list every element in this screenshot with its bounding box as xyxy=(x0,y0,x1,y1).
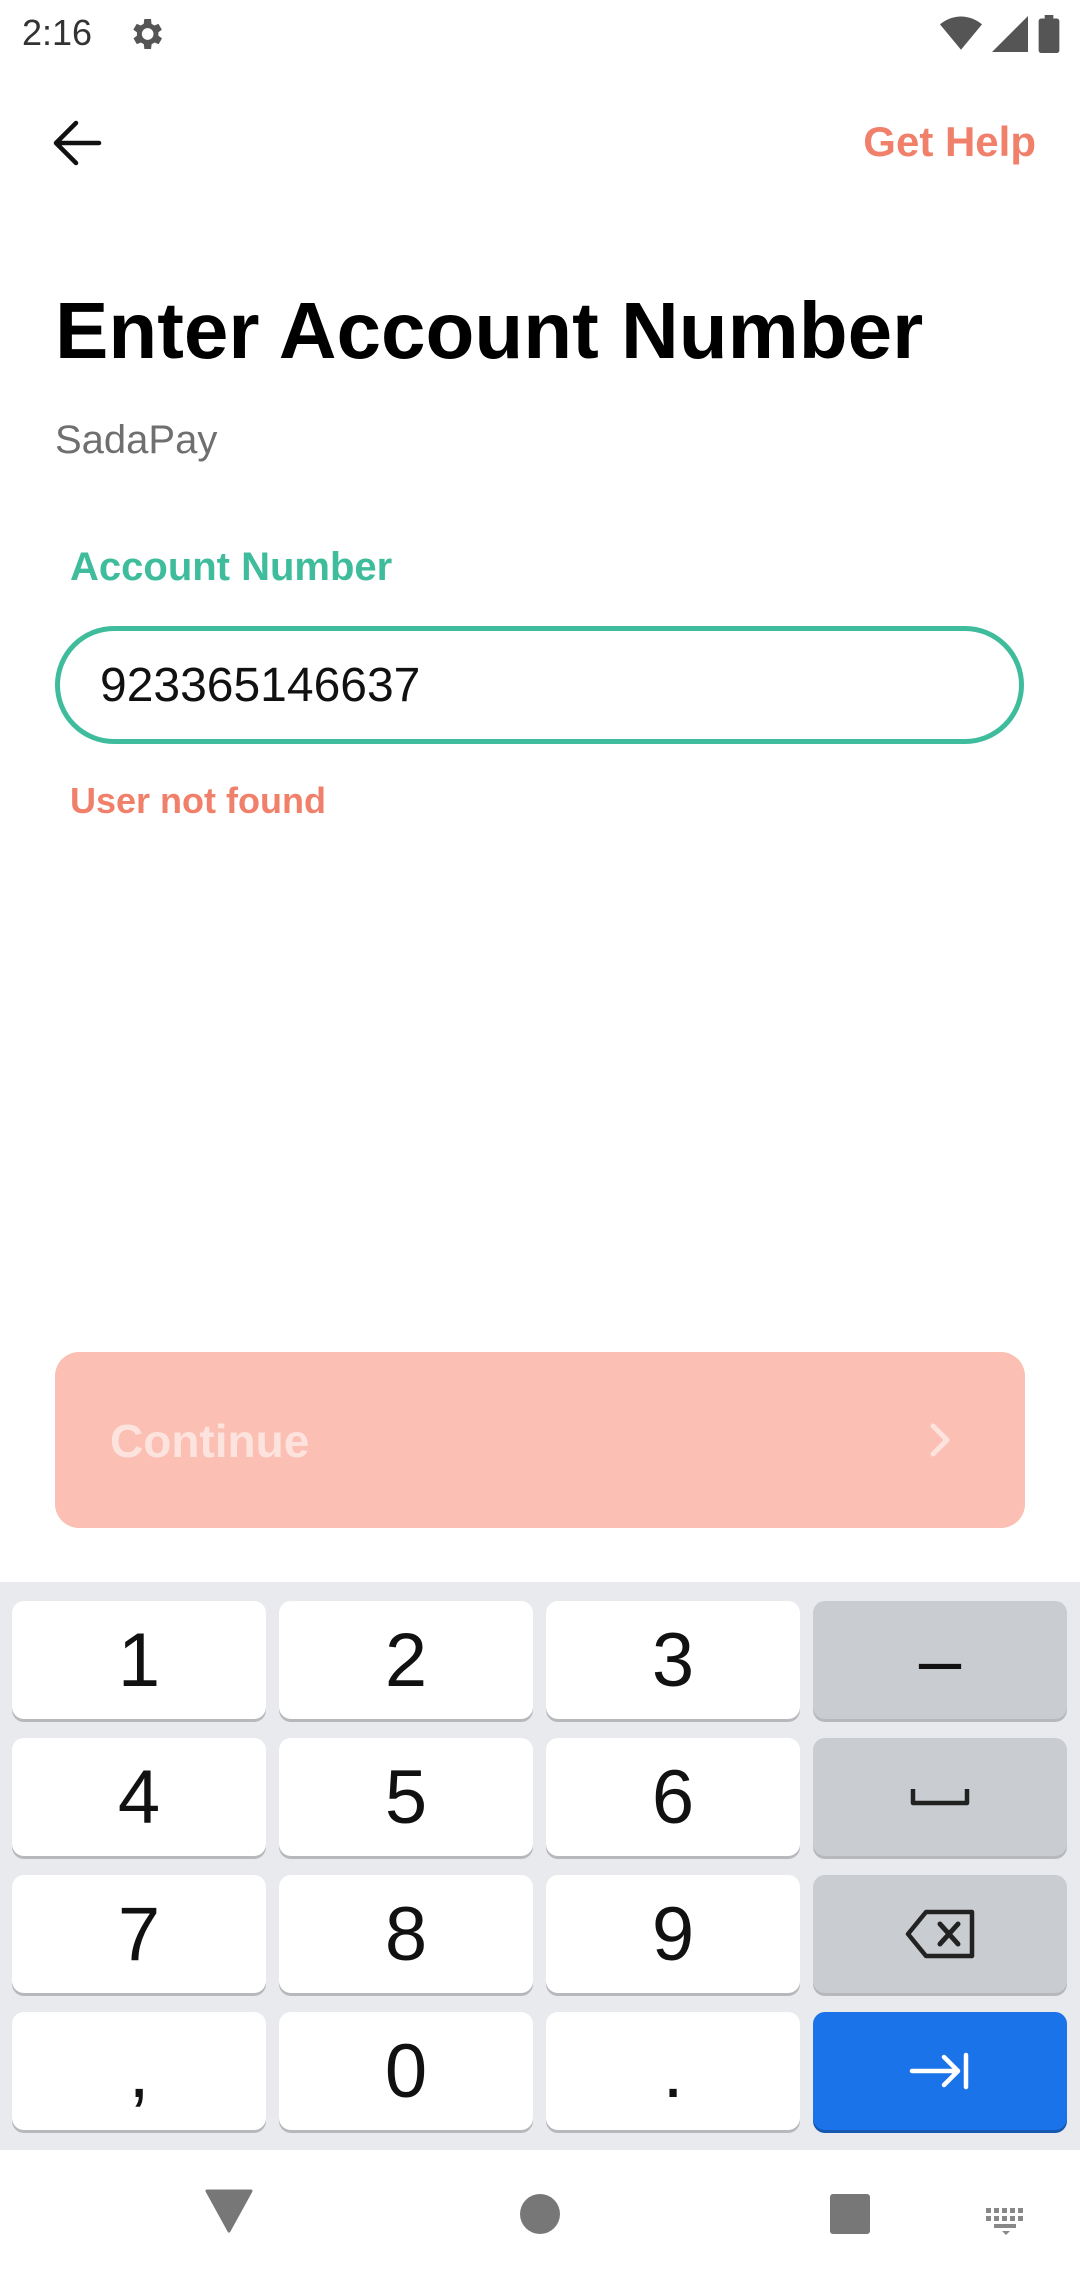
status-icons xyxy=(940,14,1060,54)
keyboard-switch-icon[interactable] xyxy=(984,2206,1028,2236)
get-help-link[interactable]: Get Help xyxy=(863,118,1036,166)
key-5[interactable]: 5 xyxy=(279,1738,533,1856)
key-1[interactable]: 1 xyxy=(12,1601,266,1719)
key-3[interactable]: 3 xyxy=(546,1601,800,1719)
key-9[interactable]: 9 xyxy=(546,1875,800,1993)
page-title: Enter Account Number xyxy=(55,286,924,375)
back-button[interactable] xyxy=(46,112,108,174)
key-next[interactable] xyxy=(813,2012,1067,2130)
status-time: 2:16 xyxy=(22,12,93,53)
key-7[interactable]: 7 xyxy=(12,1875,266,1993)
account-number-field[interactable] xyxy=(55,626,1024,744)
continue-label: Continue xyxy=(110,1415,310,1467)
key-period[interactable]: . xyxy=(546,2012,800,2130)
back-triangle-icon[interactable] xyxy=(204,2188,254,2234)
battery-icon xyxy=(1038,15,1060,53)
arrow-left-icon xyxy=(53,120,102,166)
key-4[interactable]: 4 xyxy=(12,1738,266,1856)
home-circle-icon[interactable] xyxy=(518,2192,562,2236)
account-number-label: Account Number xyxy=(70,545,393,589)
key-comma[interactable]: , xyxy=(12,2012,266,2130)
recents-square-icon[interactable] xyxy=(828,2192,872,2236)
key-space[interactable] xyxy=(813,1738,1067,1856)
key-dash[interactable]: – xyxy=(813,1601,1067,1719)
key-backspace[interactable] xyxy=(813,1875,1067,1993)
status-bar: 2:16 xyxy=(0,0,1080,66)
numeric-keyboard: 1 2 3 – 4 5 6 7 8 9 , 0 . xyxy=(0,1582,1080,2150)
chevron-right-icon xyxy=(930,1423,950,1457)
wifi-icon xyxy=(940,16,982,50)
system-nav-bar xyxy=(0,2150,1080,2280)
continue-button[interactable]: Continue xyxy=(55,1352,1025,1528)
tab-next-icon xyxy=(909,2052,969,2090)
settings-gear-icon xyxy=(133,19,162,49)
account-number-input[interactable] xyxy=(100,631,960,739)
error-message: User not found xyxy=(70,780,326,821)
key-8[interactable]: 8 xyxy=(279,1875,533,1993)
key-6[interactable]: 6 xyxy=(546,1738,800,1856)
backspace-icon xyxy=(905,1909,975,1959)
cellular-signal-icon xyxy=(992,16,1028,52)
page-subtitle: SadaPay xyxy=(55,418,218,462)
key-0[interactable]: 0 xyxy=(279,2012,533,2130)
space-icon xyxy=(910,1789,970,1806)
key-2[interactable]: 2 xyxy=(279,1601,533,1719)
